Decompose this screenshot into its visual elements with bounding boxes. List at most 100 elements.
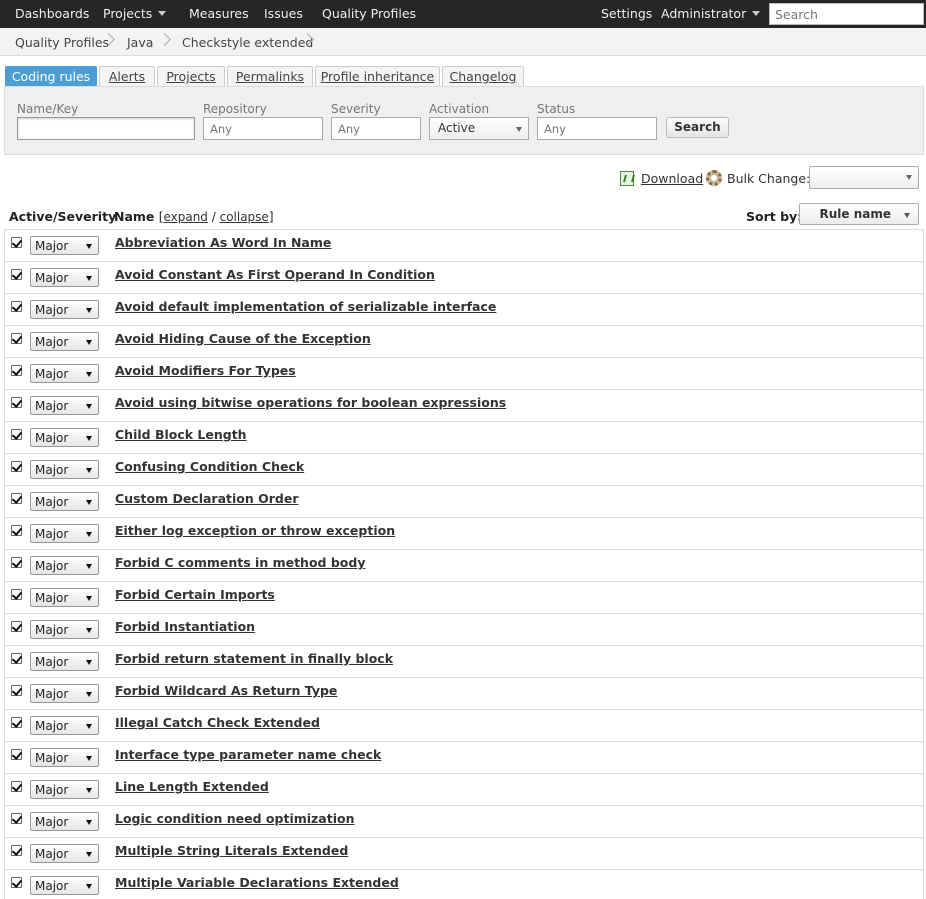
rule-active-checkbox[interactable] [11,717,22,728]
chevron-down-icon [86,436,92,441]
rule-active-checkbox[interactable] [11,589,22,600]
rule-name-link[interactable]: Avoid Modifiers For Types [115,363,296,378]
severity-select[interactable]: Major [30,300,99,319]
severity-value: Major [35,463,69,477]
tab-profile-inheritance[interactable]: Profile inheritance [315,66,440,87]
rule-name-link[interactable]: Forbid C comments in method body [115,555,365,570]
bulk-change-select[interactable] [809,166,919,189]
rule-active-checkbox[interactable] [11,301,22,312]
severity-select[interactable]: Major [30,844,99,863]
global-search-input[interactable] [769,3,924,25]
rule-active-checkbox[interactable] [11,397,22,408]
rule-name-link[interactable]: Either log exception or throw exception [115,523,395,538]
rule-name-link[interactable]: Custom Declaration Order [115,491,299,506]
severity-select[interactable]: Major [30,588,99,607]
nav-settings[interactable]: Settings [601,6,652,21]
rule-active-checkbox[interactable] [11,557,22,568]
nav-measures[interactable]: Measures [189,6,249,21]
rule-active-checkbox[interactable] [11,877,22,888]
search-button[interactable]: Search [666,117,729,138]
rule-name-link[interactable]: Multiple String Literals Extended [115,843,348,858]
nav-user-menu[interactable]: Administrator [661,6,761,21]
rule-name-link[interactable]: Avoid using bitwise operations for boole… [115,395,506,410]
severity-select[interactable]: Major [30,268,99,287]
download-link[interactable]: Download [641,171,703,186]
tab-alerts[interactable]: Alerts [99,66,155,87]
rule-name-link[interactable]: Avoid Hiding Cause of the Exception [115,331,371,346]
rule-name-link[interactable]: Logic condition need optimization [115,811,355,826]
nav-dashboards[interactable]: Dashboards [15,6,89,21]
table-row: Major Confusing Condition Check [5,454,923,486]
rule-name-link[interactable]: Line Length Extended [115,779,269,794]
activation-select[interactable]: Active [429,117,529,140]
rule-name-link[interactable]: Confusing Condition Check [115,459,304,474]
rule-active-checkbox[interactable] [11,365,22,376]
sort-by-select[interactable]: Rule name [799,203,919,225]
breadcrumb-item-quality-profiles[interactable]: Quality Profiles [15,35,109,50]
severity-select[interactable]: Major [30,364,99,383]
tab-permalinks[interactable]: Permalinks [227,66,313,87]
rule-name-link[interactable]: Forbid return statement in finally block [115,651,393,666]
status-input[interactable] [537,117,657,140]
rule-active-checkbox[interactable] [11,781,22,792]
severity-select[interactable]: Major [30,460,99,479]
repository-label: Repository [203,102,267,116]
nav-quality-profiles[interactable]: Quality Profiles [322,6,416,21]
tab-projects[interactable]: Projects [157,66,225,87]
rule-active-checkbox[interactable] [11,685,22,696]
rule-name-link[interactable]: Avoid Constant As First Operand In Condi… [115,267,435,282]
severity-select[interactable]: Major [30,748,99,767]
rule-active-checkbox[interactable] [11,525,22,536]
severity-select[interactable]: Major [30,652,99,671]
severity-select[interactable]: Major [30,620,99,639]
severity-select[interactable]: Major [30,236,99,255]
rule-active-checkbox[interactable] [11,237,22,248]
nav-projects[interactable]: Projects [103,6,167,21]
rule-active-checkbox[interactable] [11,845,22,856]
rule-name-link[interactable]: Forbid Wildcard As Return Type [115,683,337,698]
breadcrumb-item-java[interactable]: Java [127,35,153,50]
severity-select[interactable]: Major [30,492,99,511]
severity-value: Major [35,847,69,861]
rule-active-checkbox[interactable] [11,621,22,632]
severity-select[interactable]: Major [30,332,99,351]
tab-coding-rules[interactable]: Coding rules [5,66,97,87]
rule-name-link[interactable]: Multiple Variable Declarations Extended [115,875,399,890]
rule-active-checkbox[interactable] [11,653,22,664]
tab-changelog[interactable]: Changelog [442,66,524,87]
rule-active-checkbox[interactable] [11,813,22,824]
nav-issues[interactable]: Issues [264,6,303,21]
rule-active-checkbox[interactable] [11,493,22,504]
rule-name-link[interactable]: Interface type parameter name check [115,747,381,762]
expand-link[interactable]: expand [163,210,207,224]
severity-select[interactable]: Major [30,396,99,415]
collapse-link[interactable]: collapse [220,210,269,224]
rule-name-link[interactable]: Forbid Certain Imports [115,587,275,602]
severity-select[interactable]: Major [30,876,99,895]
severity-select[interactable]: Major [30,524,99,543]
rule-name-link[interactable]: Illegal Catch Check Extended [115,715,320,730]
repository-input[interactable] [203,117,323,140]
rule-name-link[interactable]: Abbreviation As Word In Name [115,235,331,250]
severity-select[interactable]: Major [30,812,99,831]
rule-name-link[interactable]: Child Block Length [115,427,247,442]
severity-value: Major [35,271,69,285]
severity-select[interactable]: Major [30,684,99,703]
severity-select[interactable]: Major [30,716,99,735]
name-key-input[interactable] [17,117,195,140]
chevron-down-icon [86,532,92,537]
rule-active-checkbox[interactable] [11,749,22,760]
severity-select[interactable]: Major [30,556,99,575]
rule-active-checkbox[interactable] [11,333,22,344]
severity-select[interactable]: Major [30,780,99,799]
rule-active-checkbox[interactable] [11,461,22,472]
breadcrumb-item-profile[interactable]: Checkstyle extended [182,35,313,50]
rule-active-checkbox[interactable] [11,269,22,280]
severity-input[interactable] [331,117,421,140]
name-key-label: Name/Key [17,102,79,116]
table-row: Major Interface type parameter name check [5,742,923,774]
severity-select[interactable]: Major [30,428,99,447]
rule-name-link[interactable]: Avoid default implementation of serializ… [115,299,496,314]
rule-active-checkbox[interactable] [11,429,22,440]
rule-name-link[interactable]: Forbid Instantiation [115,619,255,634]
